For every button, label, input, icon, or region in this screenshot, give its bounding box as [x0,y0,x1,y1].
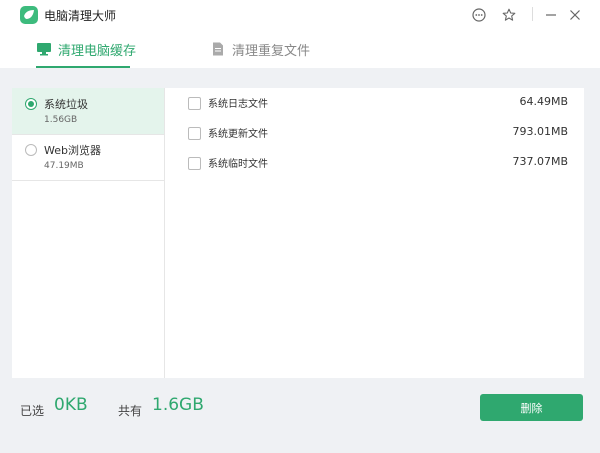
more-icon[interactable] [470,6,488,24]
tab-bar: 清理电脑缓存 清理重复文件 [0,30,600,68]
monitor-icon [37,43,51,56]
delete-button[interactable]: 删除 [480,394,583,421]
file-size: 793.01MB [512,125,568,138]
radio-button[interactable] [25,144,37,156]
sidebar-item-web-browser[interactable]: Web浏览器 47.19MB [12,134,164,181]
main-panel: 系统垃圾 1.56GB Web浏览器 47.19MB 系统日志文件 64.49M… [12,88,584,378]
file-size: 64.49MB [519,95,568,108]
list-item[interactable]: 系统日志文件 64.49MB [176,88,584,118]
title-bar: 电脑清理大师 [0,0,600,30]
checkbox[interactable] [188,97,201,110]
close-icon[interactable] [566,6,584,24]
file-name: 系统临时文件 [208,159,268,170]
content-area: 系统垃圾 1.56GB Web浏览器 47.19MB 系统日志文件 64.49M… [0,68,600,453]
tab-clean-cache[interactable]: 清理电脑缓存 [36,40,136,66]
selected-value: 0KB [54,395,88,415]
tab-label: 清理电脑缓存 [58,44,137,59]
total-label: 共有 [118,404,143,418]
sidebar-item-size: 1.56GB [44,115,78,125]
file-name: 系统更新文件 [208,129,268,140]
total-value: 1.6GB [152,395,204,415]
sidebar-item-system-junk[interactable]: 系统垃圾 1.56GB [12,88,164,135]
list-item[interactable]: 系统临时文件 737.07MB [176,148,584,178]
selected-label: 已选 [20,404,45,418]
app-title: 电脑清理大师 [44,9,117,23]
category-sidebar: 系统垃圾 1.56GB Web浏览器 47.19MB [12,88,165,378]
radio-button[interactable] [25,98,37,110]
file-icon [213,42,223,56]
checkbox[interactable] [188,157,201,170]
title-separator [532,7,533,21]
sidebar-item-label: Web浏览器 [44,144,101,157]
sidebar-item-label: 系统垃圾 [44,98,88,111]
star-icon[interactable] [500,6,518,24]
tab-label: 清理重复文件 [232,44,311,59]
tab-clean-duplicates[interactable]: 清理重复文件 [210,40,310,66]
file-name: 系统日志文件 [208,99,268,110]
list-item[interactable]: 系统更新文件 793.01MB [176,118,584,148]
minimize-icon[interactable] [542,6,560,24]
app-logo-icon [20,6,38,24]
checkbox[interactable] [188,127,201,140]
sidebar-item-size: 47.19MB [44,161,84,171]
file-size: 737.07MB [512,155,568,168]
